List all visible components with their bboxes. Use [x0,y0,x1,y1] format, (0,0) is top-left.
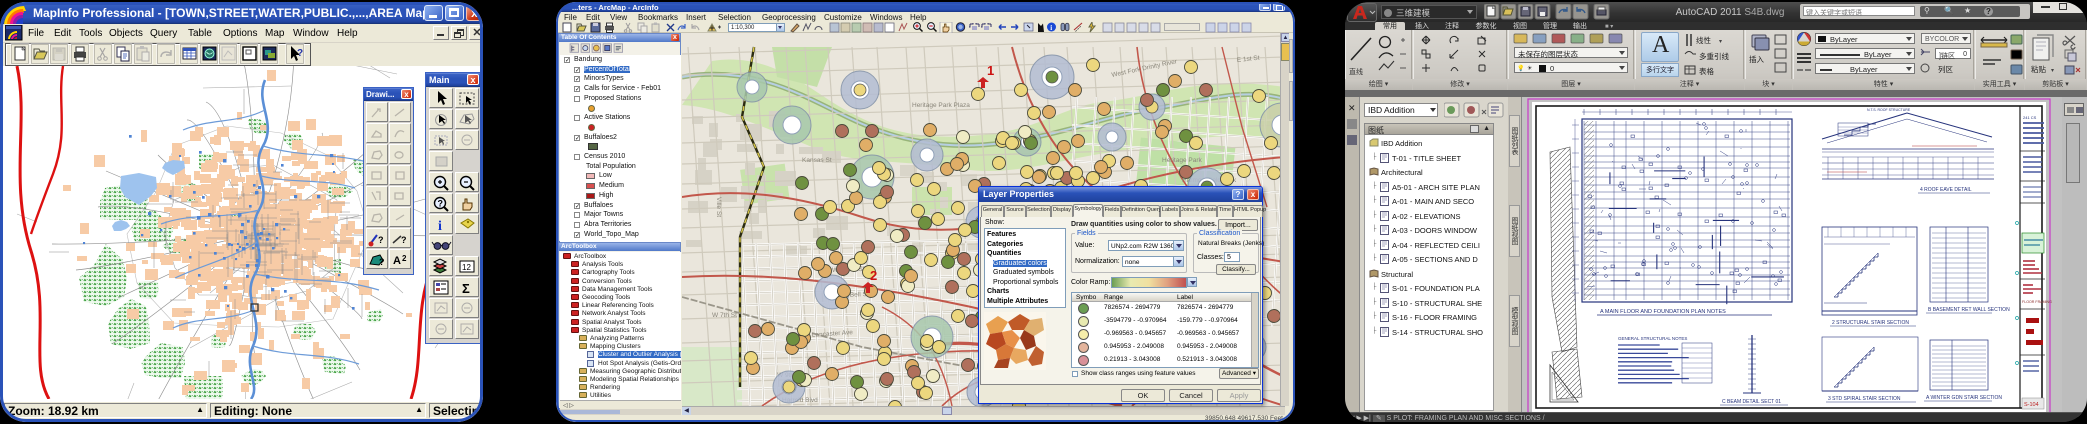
svg-text:i: i [438,219,442,234]
svg-text:3 STD SPIRAL STAIR SECTION: 3 STD SPIRAL STAIR SECTION [1828,396,1901,402]
svg-text:?: ? [401,235,407,245]
svg-text:2 STRUCTURAL STAIR SECTION: 2 STRUCTURAL STAIR SECTION [1832,320,1909,326]
svg-text:▾: ▾ [2051,68,2054,74]
svg-text:2: 2 [402,254,407,263]
svg-text:12: 12 [462,263,471,272]
svg-text:插入: 插入 [1749,54,1765,64]
svg-text:1: 1 [987,63,994,78]
svg-text:▾: ▾ [1719,39,1722,45]
svg-text:S-104: S-104 [2024,402,2039,408]
svg-text:?: ? [297,48,303,59]
svg-text:N.T.S. ROOF STRUCTURE: N.T.S. ROOF STRUCTURE [1867,108,1911,112]
svg-text:B BASEMENT RET WALL SECTION: B BASEMENT RET WALL SECTION [1928,307,2010,313]
svg-text:2: 2 [870,268,877,283]
svg-text:Heritage Park: Heritage Park [1162,157,1202,164]
svg-text:C BEAM DETAIL SECT 01: C BEAM DETAIL SECT 01 [1722,399,1781,405]
svg-text:A WINTER GDN STAIR SECTION: A WINTER GDN STAIR SECTION [1926,395,2002,401]
svg-text:FLOOR FRAMING: FLOOR FRAMING [2022,300,2052,304]
svg-text:i: i [1050,24,1052,32]
svg-text:A: A [393,255,401,267]
svg-text:?: ? [378,235,384,245]
svg-text:直线: 直线 [1349,67,1363,76]
svg-text:W 7th St: W 7th St [712,312,737,319]
svg-text:Σ: Σ [462,281,470,296]
svg-text:Kansas St: Kansas St [802,157,832,164]
svg-text:线性: 线性 [1696,35,1712,45]
svg-text:A MAIN FLOOR AND FOUNDATION P: A MAIN FLOOR AND FOUNDATION PLAN NOTES [1600,309,1726,315]
svg-text:多重引线: 多重引线 [1699,51,1729,61]
svg-text:Heritage Park Plaza: Heritage Park Plaza [912,102,970,109]
svg-text:Ville St: Ville St [715,197,722,217]
svg-text:粘贴: 粘贴 [2031,64,2047,74]
svg-text:4 ROOF EAVE DETAIL: 4 ROOF EAVE DETAIL [1920,187,1972,193]
svg-text:?: ? [379,257,385,267]
svg-text:表格: 表格 [1699,66,1715,76]
svg-text:241 CS: 241 CS [2023,115,2037,120]
svg-text:GENERAL STRUCTURAL NOTES: GENERAL STRUCTURAL NOTES [1618,336,1687,341]
svg-text:?: ? [438,199,444,209]
